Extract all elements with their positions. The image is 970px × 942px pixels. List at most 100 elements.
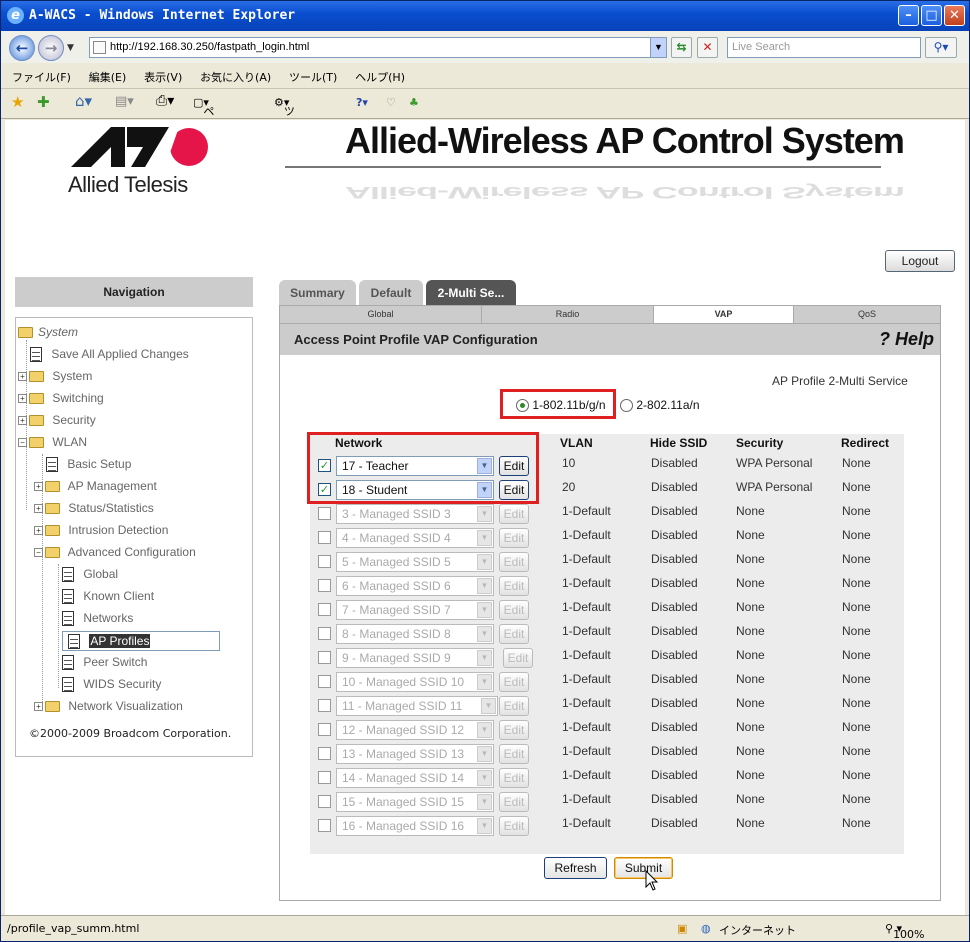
network-select[interactable]: 8 - Managed SSID 8 ▼ [336, 624, 494, 644]
row-checkbox[interactable] [318, 699, 331, 712]
menu-tools[interactable]: ツール(T) [289, 69, 337, 85]
print-icon[interactable]: ⎙▾ [156, 93, 174, 109]
chevron-down-icon[interactable]: ▼ [650, 38, 666, 57]
menu-favorites[interactable]: お気に入り(A) [200, 69, 271, 85]
network-select[interactable]: 13 - Managed SSID 13 ▼ [336, 744, 494, 764]
subtab-qos[interactable]: QoS [794, 306, 940, 323]
nav-item-peer-switch[interactable]: Peer Switch [62, 653, 147, 671]
row-checkbox[interactable] [318, 675, 331, 688]
network-select[interactable]: 3 - Managed SSID 3 ▼ [336, 504, 494, 524]
radio-selected-icon[interactable] [516, 399, 529, 413]
edit-button[interactable]: Edit [499, 600, 529, 620]
nav-item-save-all[interactable]: Save All Applied Changes [30, 345, 189, 363]
page-menu[interactable]: ▢ページ(P)▾ [193, 96, 219, 164]
expand-icon[interactable]: + [34, 504, 43, 514]
network-select[interactable]: 4 - Managed SSID 4 ▼ [336, 528, 494, 548]
radio-unselected-icon[interactable] [620, 399, 633, 413]
refresh-icon[interactable]: ⇆ [671, 37, 692, 58]
expand-icon[interactable]: + [34, 702, 43, 712]
home-icon[interactable]: ⌂▾ [75, 92, 92, 110]
collapse-icon[interactable]: − [18, 438, 27, 448]
menu-view[interactable]: 表示(V) [144, 69, 182, 85]
row-checkbox[interactable] [318, 579, 331, 592]
logout-button[interactable]: Logout [885, 250, 955, 272]
nav-item-basic-setup[interactable]: Basic Setup [46, 455, 131, 473]
tools-menu[interactable]: ⚙ツール(O)▾ [274, 96, 301, 164]
subtab-vap[interactable]: VAP [654, 306, 794, 323]
expand-icon[interactable]: + [34, 482, 43, 492]
network-select[interactable]: 5 - Managed SSID 5 ▼ [336, 552, 494, 572]
row-checkbox[interactable] [318, 603, 331, 616]
feeds-icon[interactable]: ▤▾ [115, 94, 134, 109]
nav-item-security[interactable]: + Security [18, 411, 96, 429]
expand-icon[interactable]: + [34, 526, 43, 536]
edit-button[interactable]: Edit [499, 504, 529, 524]
row-checkbox[interactable] [318, 771, 331, 784]
row-checkbox[interactable] [318, 651, 331, 664]
nav-item-status-statistics[interactable]: + Status/Statistics [34, 499, 154, 517]
nav-item-wids-security[interactable]: WIDS Security [62, 675, 161, 693]
nav-item-global[interactable]: Global [62, 565, 118, 583]
nav-item-advanced-configuration[interactable]: − Advanced Configuration [34, 543, 196, 561]
row-checkbox[interactable] [318, 507, 331, 520]
edit-button[interactable]: Edit [499, 624, 529, 644]
stop-icon[interactable]: ✕ [697, 37, 718, 58]
radio-2-80211an[interactable]: 2-802.11a/n [620, 398, 700, 413]
network-select[interactable]: 6 - Managed SSID 6 ▼ [336, 576, 494, 596]
edit-button[interactable]: Edit [503, 648, 533, 668]
edit-button[interactable]: Edit [499, 672, 529, 692]
nav-item-known-client[interactable]: Known Client [62, 587, 154, 605]
nav-item-ap-profiles[interactable]: AP Profiles [62, 631, 220, 651]
expand-icon[interactable]: + [18, 372, 27, 382]
expand-icon[interactable]: + [18, 416, 27, 426]
radio-1-80211bgn[interactable]: 1-802.11b/g/n [516, 398, 606, 413]
edit-button[interactable]: Edit [499, 528, 529, 548]
expand-icon[interactable]: + [18, 394, 27, 404]
tab-summary[interactable]: Summary [279, 280, 356, 306]
favorites-star-icon[interactable]: ★ [11, 93, 24, 111]
subtab-radio[interactable]: Radio [482, 306, 654, 323]
minimize-button[interactable]: – [898, 5, 919, 26]
submit-button[interactable]: Submit [614, 857, 673, 879]
refresh-button[interactable]: Refresh [544, 857, 607, 879]
history-dropdown-icon[interactable]: ▼ [67, 43, 74, 53]
edit-button[interactable]: Edit [499, 552, 529, 572]
tab-2-multi-service[interactable]: 2-Multi Se... [426, 280, 516, 306]
nav-root-system[interactable]: System [18, 323, 78, 341]
nav-item-switching[interactable]: + Switching [18, 389, 104, 407]
nav-item-system[interactable]: + System [18, 367, 92, 385]
network-select[interactable]: 16 - Managed SSID 16 ▼ [336, 816, 494, 836]
edit-button[interactable]: Edit [499, 744, 529, 764]
nav-item-intrusion-detection[interactable]: + Intrusion Detection [34, 521, 168, 539]
row-checkbox[interactable] [318, 555, 331, 568]
messenger-icon[interactable]: ♣ [409, 96, 419, 109]
network-select[interactable]: 14 - Managed SSID 14 ▼ [336, 768, 494, 788]
close-button[interactable]: ✕ [944, 5, 965, 26]
menu-file[interactable]: ファイル(F) [12, 69, 71, 85]
edit-button[interactable]: Edit [499, 816, 529, 836]
search-icon[interactable]: ⚲▾ [925, 37, 957, 58]
zoom-level[interactable]: ⚲ 100% ▾ [885, 922, 925, 941]
subtab-global[interactable]: Global [280, 306, 482, 323]
edit-button[interactable]: Edit [499, 768, 529, 788]
edit-button[interactable]: Edit [499, 720, 529, 740]
network-select[interactable]: 11 - Managed SSID 11 ▼ [336, 696, 498, 716]
help-icon[interactable]: ?▾ [356, 96, 368, 109]
network-select[interactable]: 15 - Managed SSID 15 ▼ [336, 792, 494, 812]
row-checkbox[interactable] [318, 627, 331, 640]
add-favorite-icon[interactable]: ✚ [37, 93, 50, 111]
tab-default[interactable]: Default [359, 280, 423, 306]
forward-button[interactable]: → [38, 35, 64, 61]
network-select[interactable]: 7 - Managed SSID 7 ▼ [336, 600, 494, 620]
edit-button[interactable]: Edit [499, 696, 529, 716]
maximize-button[interactable]: □ [921, 5, 942, 26]
row-checkbox[interactable] [318, 747, 331, 760]
network-select[interactable]: 12 - Managed SSID 12 ▼ [336, 720, 494, 740]
nav-item-wlan[interactable]: − WLAN [18, 433, 87, 451]
nav-item-networks[interactable]: Networks [62, 609, 133, 627]
back-button[interactable]: ← [9, 35, 35, 61]
menu-help[interactable]: ヘルプ(H) [355, 69, 405, 85]
edit-button[interactable]: Edit [499, 576, 529, 596]
url-field[interactable]: http://192.168.30.250/fastpath_login.htm… [89, 37, 667, 58]
research-icon[interactable]: ♡ [386, 96, 396, 109]
